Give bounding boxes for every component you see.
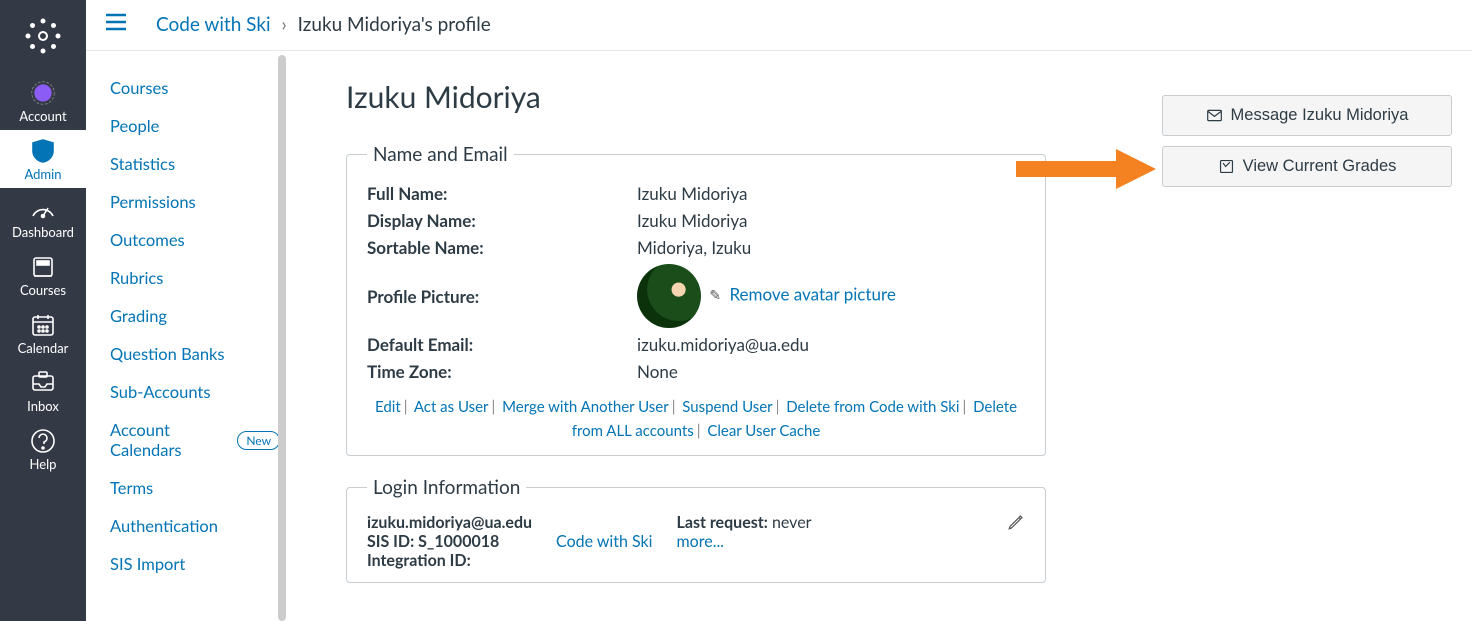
last-request-value: never	[772, 513, 812, 532]
clear-cache-link[interactable]: Clear User Cache	[707, 422, 820, 440]
context-nav-statistics[interactable]: Statistics	[110, 145, 280, 183]
sortable-name-label: Sortable Name:	[367, 237, 637, 258]
login-more-link[interactable]: more...	[677, 532, 725, 551]
context-nav-terms[interactable]: Terms	[110, 469, 280, 507]
badge-new: New	[237, 431, 280, 450]
delete-from-account-link[interactable]: Delete from Code with Ski	[786, 398, 959, 416]
context-nav-permissions[interactable]: Permissions	[110, 183, 280, 221]
context-nav-account-calendars[interactable]: Account Calendars New	[110, 411, 280, 469]
topbar: Code with Ski › Izuku Midoriya's profile	[86, 0, 1472, 51]
section-login-info-legend: Login Information	[367, 476, 526, 499]
default-email-value: izuku.midoriya@ua.edu	[637, 334, 809, 355]
login-id-value: izuku.midoriya@ua.edu	[367, 513, 532, 532]
context-nav-people[interactable]: People	[110, 107, 280, 145]
edit-avatar-icon[interactable]: ✎	[709, 286, 721, 303]
user-action-links: Edit| Act as User| Merge with Another Us…	[367, 395, 1025, 443]
nav-calendar[interactable]: Calendar	[0, 304, 86, 362]
context-nav: Courses People Statistics Permissions Ou…	[86, 51, 286, 621]
context-nav-grading[interactable]: Grading	[110, 297, 280, 335]
sis-id-label: SIS ID:	[367, 532, 414, 551]
remove-avatar-link[interactable]: Remove avatar picture	[729, 283, 895, 304]
context-nav-sub-accounts[interactable]: Sub-Accounts	[110, 373, 280, 411]
nav-dashboard[interactable]: Dashboard	[0, 188, 86, 246]
nav-account[interactable]: Account	[0, 72, 86, 130]
context-nav-authentication[interactable]: Authentication	[110, 507, 280, 545]
section-name-email: Name and Email Full Name: Izuku Midoriya…	[346, 143, 1046, 456]
display-name-label: Display Name:	[367, 210, 637, 231]
full-name-value: Izuku Midoriya	[637, 183, 747, 204]
profile-picture-label: Profile Picture:	[367, 286, 637, 307]
avatar[interactable]	[637, 264, 701, 328]
full-name-label: Full Name:	[367, 183, 637, 204]
global-nav: Account Admin Dashboard Courses Calendar…	[0, 0, 86, 621]
message-user-button[interactable]: Message Izuku Midoriya	[1162, 95, 1452, 136]
nav-account-label: Account	[0, 108, 86, 124]
section-name-email-legend: Name and Email	[367, 143, 514, 166]
context-nav-rubrics[interactable]: Rubrics	[110, 259, 280, 297]
edit-user-link[interactable]: Edit	[375, 398, 401, 416]
nav-admin[interactable]: Admin	[0, 130, 86, 188]
time-zone-label: Time Zone:	[367, 361, 637, 382]
page-title: Izuku Midoriya	[346, 79, 1046, 115]
suspend-user-link[interactable]: Suspend User	[682, 398, 772, 416]
nav-inbox-label: Inbox	[0, 398, 86, 414]
breadcrumb: Code with Ski › Izuku Midoriya's profile	[156, 13, 491, 36]
nav-help[interactable]: Help	[0, 420, 86, 478]
context-nav-outcomes[interactable]: Outcomes	[110, 221, 280, 259]
sis-id-value: S_1000018	[418, 532, 499, 551]
breadcrumb-separator: ›	[281, 13, 286, 36]
section-login-info: Login Information izuku.midoriya@ua.edu …	[346, 476, 1046, 583]
time-zone-value: None	[637, 361, 678, 382]
nav-dashboard-label: Dashboard	[0, 224, 86, 240]
annotation-arrow-icon	[1016, 145, 1156, 197]
context-nav-courses[interactable]: Courses	[110, 69, 280, 107]
display-name-value: Izuku Midoriya	[637, 210, 747, 231]
nav-admin-label: Admin	[0, 166, 86, 182]
nav-courses-label: Courses	[0, 282, 86, 298]
context-nav-sis-import[interactable]: SIS Import	[110, 545, 280, 583]
grades-icon	[1218, 158, 1235, 175]
nav-calendar-label: Calendar	[0, 340, 86, 356]
act-as-user-link[interactable]: Act as User	[414, 398, 489, 416]
default-email-label: Default Email:	[367, 334, 637, 355]
merge-user-link[interactable]: Merge with Another User	[502, 398, 669, 416]
integration-id-label: Integration ID:	[367, 551, 471, 570]
view-grades-button[interactable]: View Current Grades	[1162, 146, 1452, 187]
nav-help-label: Help	[0, 456, 86, 472]
context-nav-question-banks[interactable]: Question Banks	[110, 335, 280, 373]
canvas-logo[interactable]	[0, 6, 86, 72]
nav-courses[interactable]: Courses	[0, 246, 86, 304]
nav-inbox[interactable]: Inbox	[0, 362, 86, 420]
edit-login-icon[interactable]	[1007, 513, 1025, 535]
envelope-icon	[1206, 107, 1223, 124]
breadcrumb-root[interactable]: Code with Ski	[156, 13, 271, 36]
hamburger-icon[interactable]	[104, 10, 128, 38]
last-request-label: Last request:	[677, 513, 768, 532]
sortable-name-value: Midoriya, Izuku	[637, 237, 751, 258]
side-actions: Message Izuku Midoriya View Current Grad…	[1162, 95, 1452, 197]
breadcrumb-current: Izuku Midoriya's profile	[298, 13, 491, 36]
login-account-link[interactable]: Code with Ski	[556, 532, 652, 551]
